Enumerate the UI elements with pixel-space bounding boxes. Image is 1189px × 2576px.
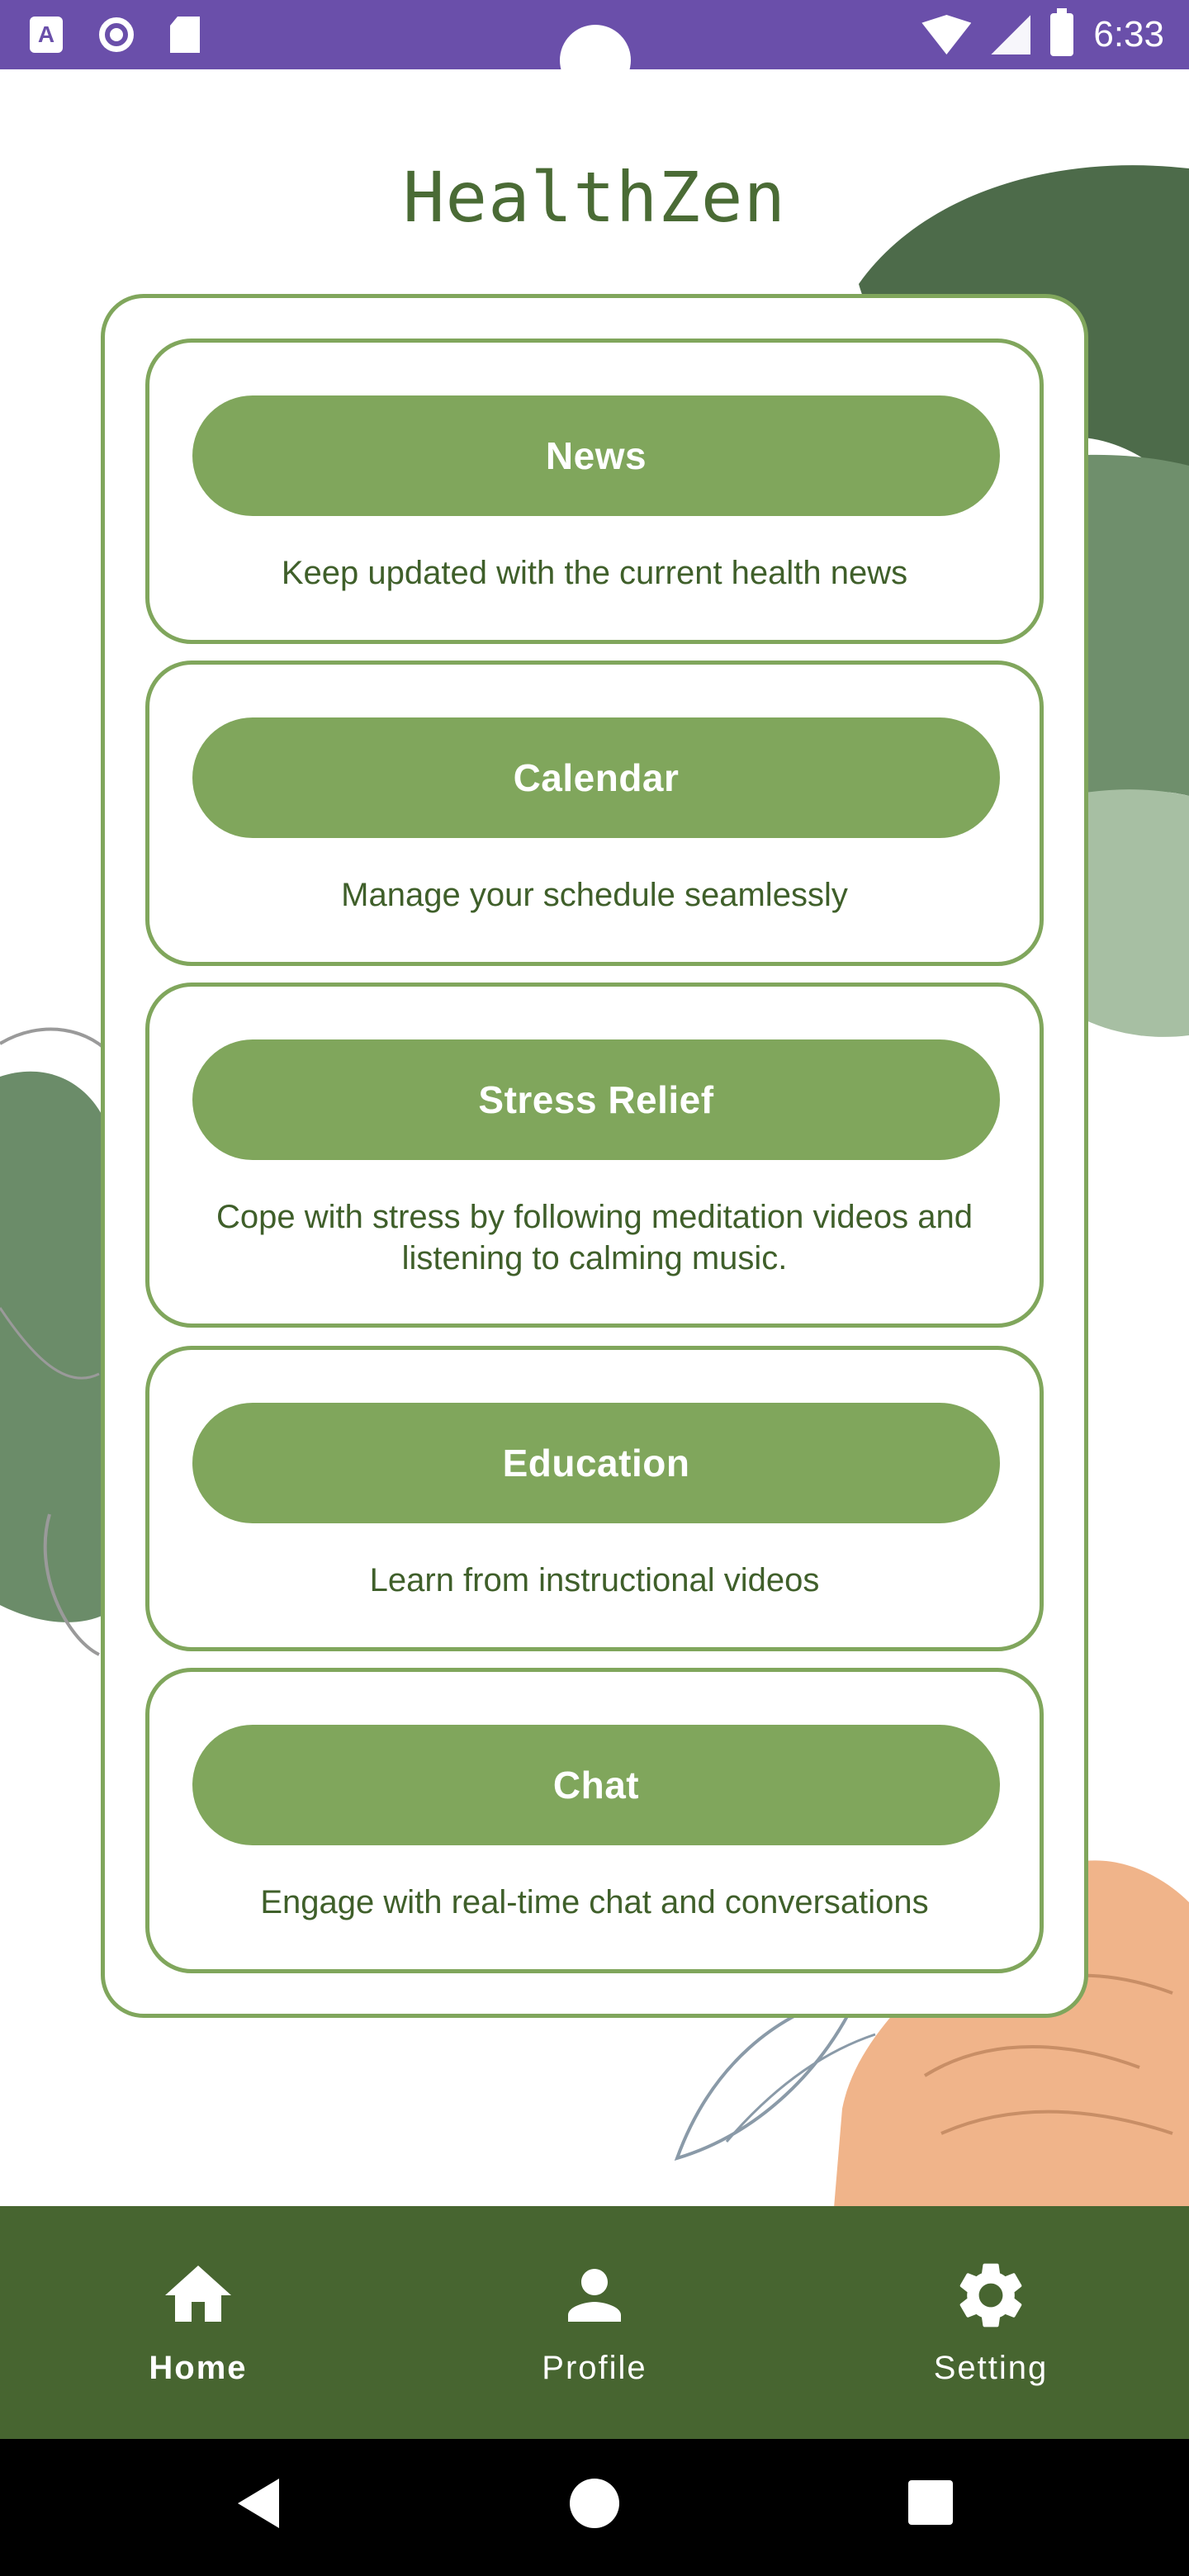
chat-button[interactable]: Chat <box>192 1725 1000 1845</box>
nav-item-home[interactable]: Home <box>0 2206 396 2439</box>
status-time: 6:33 <box>1093 14 1164 54</box>
nav-item-profile[interactable]: Profile <box>396 2206 793 2439</box>
nav-label-setting: Setting <box>933 2350 1049 2386</box>
card-stress-relief: Stress Relief Cope with stress by follow… <box>145 983 1044 1328</box>
nav-item-setting[interactable]: Setting <box>793 2206 1189 2439</box>
system-navigation-bar <box>0 2439 1189 2576</box>
education-button[interactable]: Education <box>192 1403 1000 1523</box>
bottom-navigation: Home Profile Setting <box>0 2206 1189 2439</box>
calendar-description: Manage your schedule seamlessly <box>341 877 848 913</box>
card-education: Education Learn from instructional video… <box>145 1346 1044 1651</box>
news-button[interactable]: News <box>192 395 1000 516</box>
status-left-icons: A <box>30 12 200 58</box>
calendar-button[interactable]: Calendar <box>192 717 1000 838</box>
card-chat: Chat Engage with real-time chat and conv… <box>145 1668 1044 1973</box>
record-icon <box>99 17 134 52</box>
battery-icon <box>1050 8 1074 56</box>
signal-icon <box>991 15 1031 54</box>
nav-label-home: Home <box>149 2350 248 2386</box>
a-icon: A <box>30 17 63 53</box>
sd-card-icon <box>170 17 200 53</box>
card-calendar: Calendar Manage your schedule seamlessly <box>145 661 1044 966</box>
chat-description: Engage with real-time chat and conversat… <box>260 1884 929 1920</box>
person-icon <box>568 2269 621 2322</box>
app-title: HealthZen <box>402 157 787 238</box>
status-right-icons: 6:33 <box>921 0 1164 69</box>
news-description: Keep updated with the current health new… <box>281 555 908 591</box>
education-description: Learn from instructional videos <box>369 1562 820 1598</box>
gear-icon <box>959 2263 1022 2327</box>
home-circle-icon[interactable] <box>570 2479 619 2528</box>
home-icon <box>165 2266 231 2322</box>
recents-icon[interactable] <box>908 2480 953 2525</box>
card-news: News Keep updated with the current healt… <box>145 339 1044 644</box>
stress-relief-button[interactable]: Stress Relief <box>192 1039 1000 1160</box>
nav-label-profile: Profile <box>542 2350 647 2386</box>
stress-relief-description: Cope with stress by following meditation… <box>216 1199 973 1276</box>
wifi-icon <box>921 15 972 54</box>
back-icon[interactable] <box>238 2479 279 2528</box>
camera-notch <box>560 25 631 96</box>
